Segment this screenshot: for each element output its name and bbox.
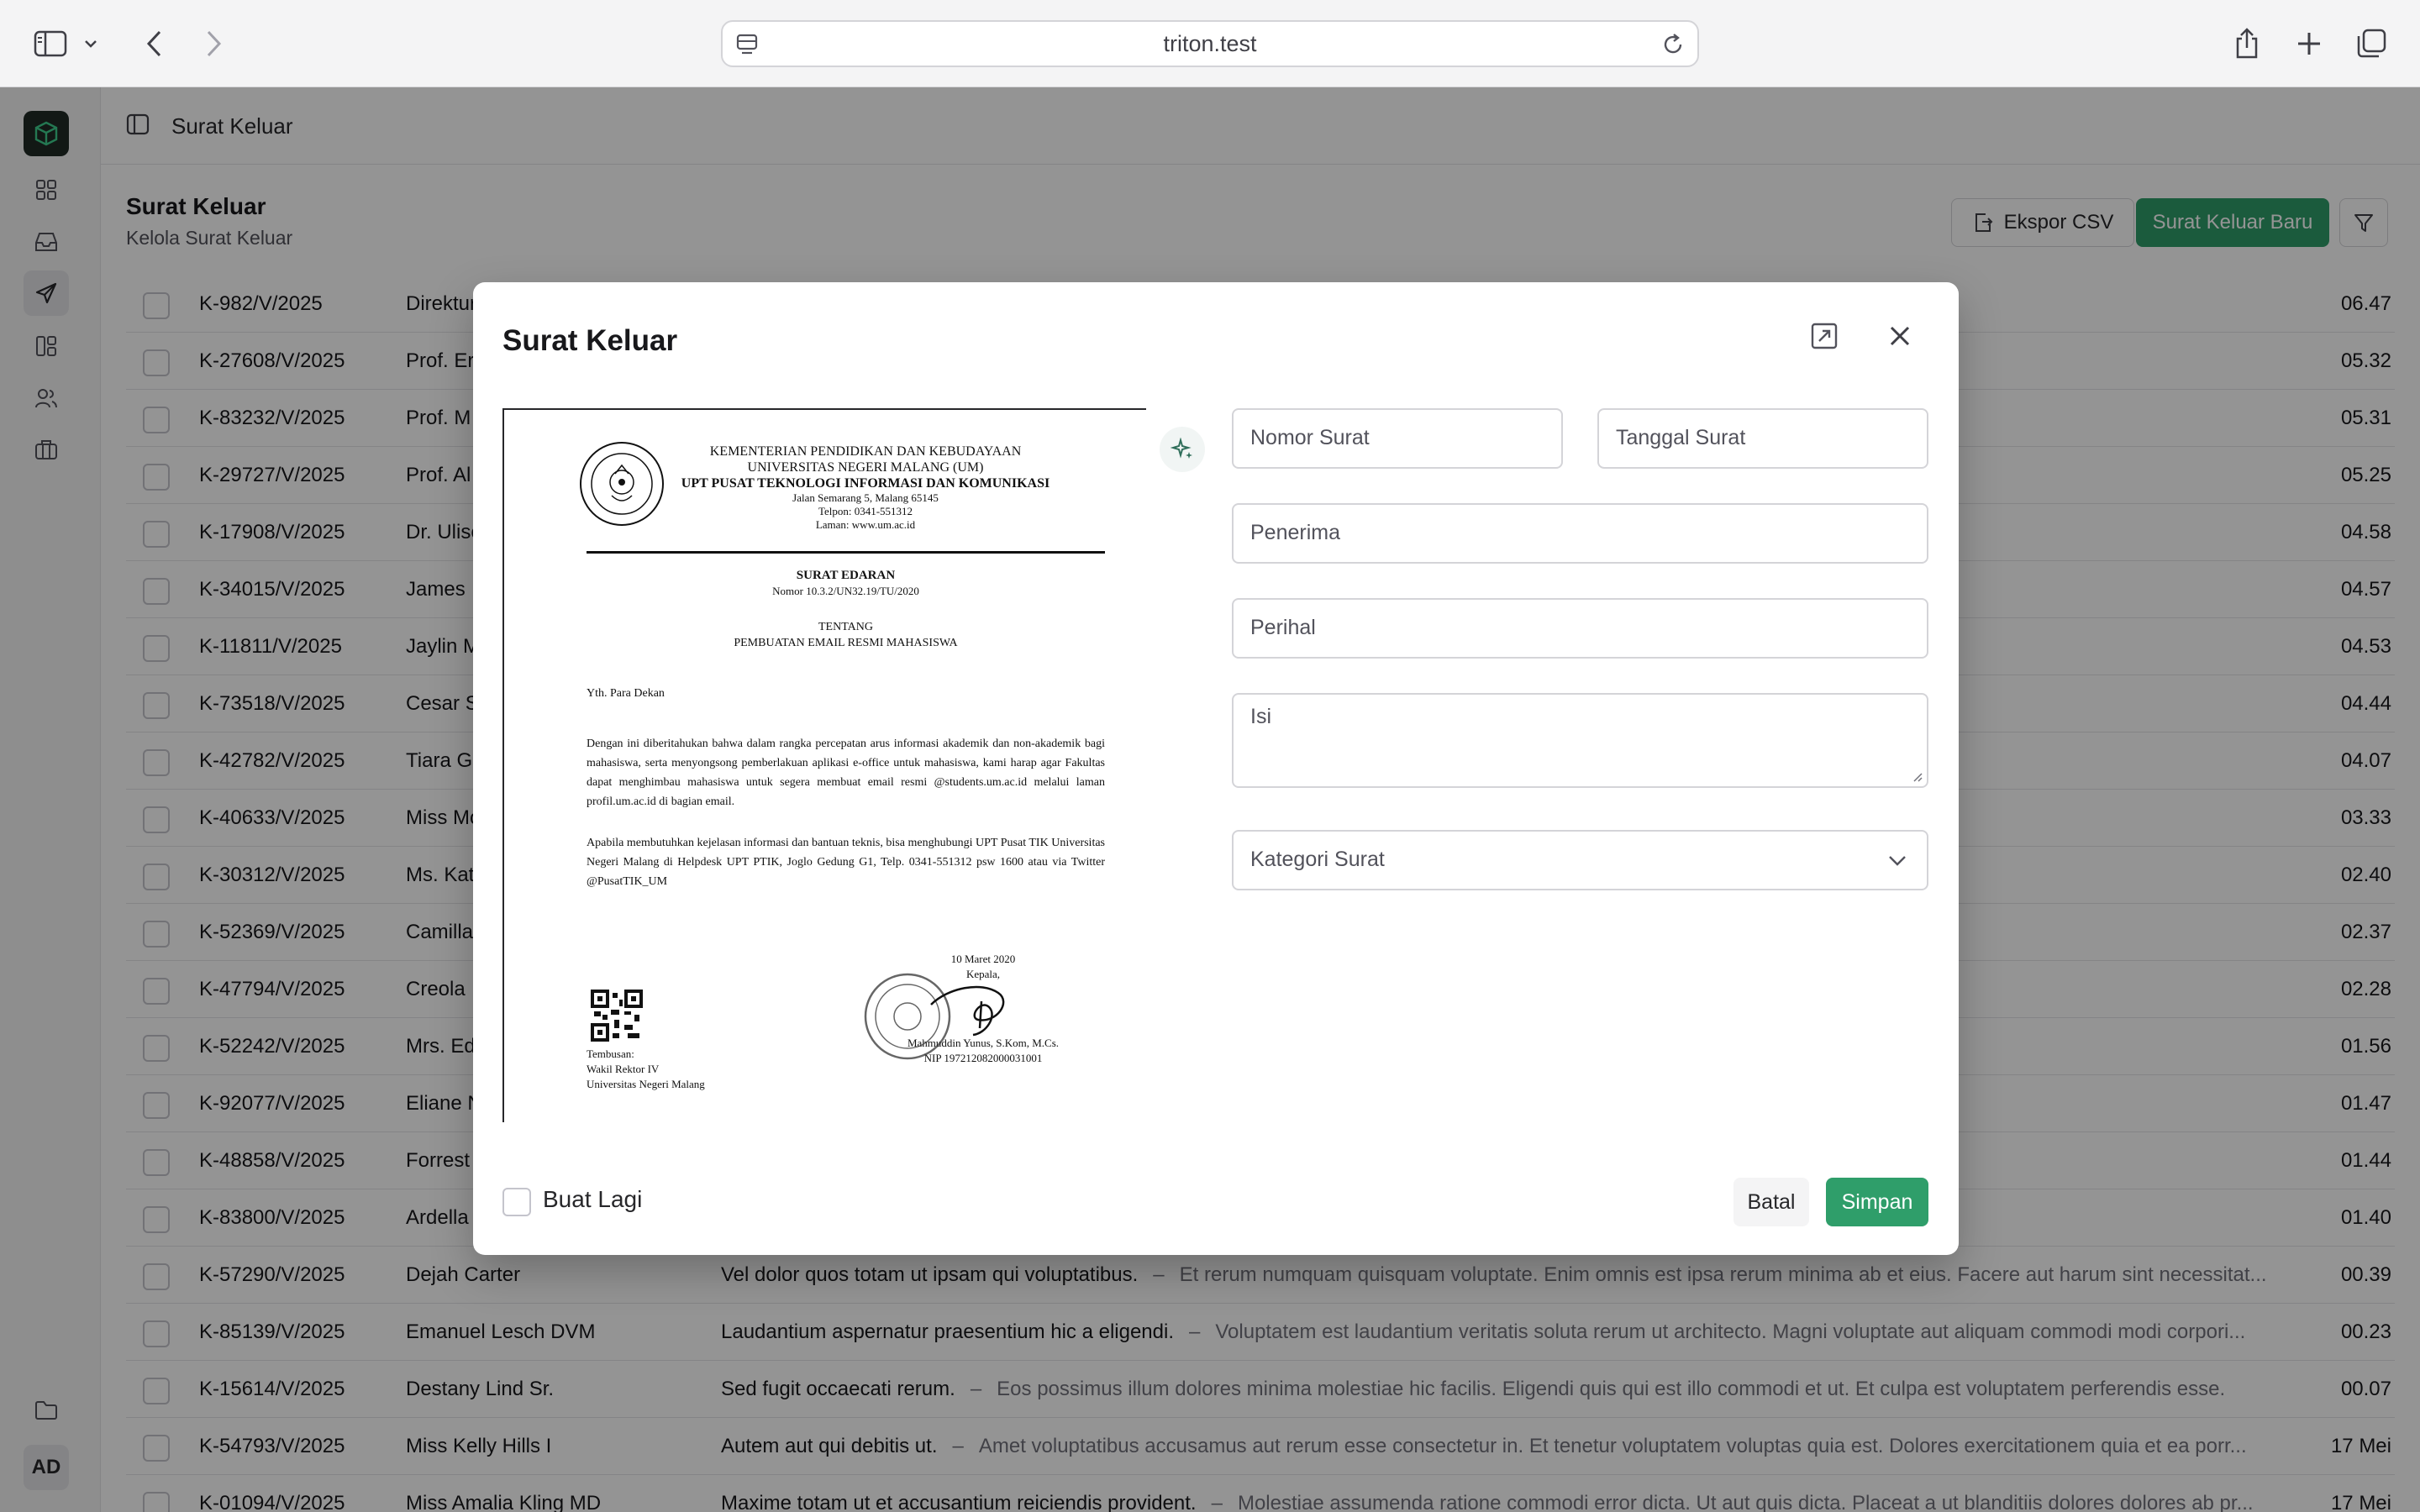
expand-icon[interactable] <box>1809 321 1839 355</box>
tanggal-surat-input[interactable]: Tanggal Surat <box>1597 408 1928 469</box>
sparkle-icon[interactable] <box>1160 427 1205 472</box>
document-preview: KEMENTERIAN PENDIDIKAN DAN KEBUDAYAAN UN… <box>502 408 1205 1122</box>
chevron-down-icon[interactable] <box>74 20 108 67</box>
cancel-button[interactable]: Batal <box>1733 1178 1809 1226</box>
letterhead-line: KEMENTERIAN PENDIDIKAN DAN KEBUDAYAAN <box>709 444 1022 459</box>
share-icon[interactable] <box>2223 20 2270 67</box>
doc-cc: Tembusan: Wakil Rektor IV Universitas Ne… <box>587 1047 705 1092</box>
letterhead-divider <box>587 551 1105 554</box>
resize-handle-icon[interactable] <box>1912 771 1923 783</box>
tabs-overview-icon[interactable] <box>2348 20 2395 67</box>
cc-line: Tembusan: <box>587 1047 634 1060</box>
perihal-placeholder: Perihal <box>1250 616 1316 639</box>
official-stamp-icon <box>864 973 1005 1060</box>
doc-type: SURAT EDARAN <box>796 569 896 582</box>
kategori-surat-value: Kategori Surat <box>1250 848 1385 871</box>
isi-textarea[interactable]: Isi <box>1232 693 1928 788</box>
chevron-down-icon <box>1889 856 1906 866</box>
modal-title: Surat Keluar <box>502 324 678 357</box>
letterhead-line: UPT PUSAT TEKNOLOGI INFORMASI DAN KOMUNI… <box>681 476 1050 491</box>
nomor-surat-input[interactable]: Nomor Surat <box>1232 408 1563 469</box>
doc-about-title: PEMBUATAN EMAIL RESMI MAHASISWA <box>734 637 958 649</box>
save-button[interactable]: Simpan <box>1826 1178 1928 1226</box>
penerima-placeholder: Penerima <box>1250 521 1340 544</box>
doc-about: TENTANG <box>818 621 873 633</box>
letterhead-line: Telpon: 0341-551312 <box>818 505 913 517</box>
browser-toolbar: triton.test <box>0 0 2420 87</box>
letterhead-line: Jalan Semarang 5, Malang 65145 <box>792 491 939 504</box>
forward-icon[interactable] <box>190 20 237 67</box>
cc-line: Universitas Negeri Malang <box>587 1078 705 1090</box>
letterhead-line: UNIVERSITAS NEGERI MALANG (UM) <box>747 460 984 475</box>
nomor-surat-placeholder: Nomor Surat <box>1250 426 1370 449</box>
university-seal-icon <box>580 442 664 526</box>
doc-number: Nomor 10.3.2/UN32.19/TU/2020 <box>772 585 919 597</box>
url-text: triton.test <box>1163 31 1257 56</box>
tanggal-surat-placeholder: Tanggal Surat <box>1616 426 1746 449</box>
sidebar-toggle-icon[interactable] <box>27 20 74 67</box>
isi-placeholder: Isi <box>1250 705 1271 728</box>
create-again-checkbox[interactable] <box>502 1188 531 1216</box>
close-icon[interactable] <box>1885 321 1915 355</box>
back-icon[interactable] <box>131 20 178 67</box>
penerima-input[interactable]: Penerima <box>1232 503 1928 564</box>
qr-code-icon <box>591 990 643 1042</box>
kategori-surat-select[interactable]: Kategori Surat <box>1232 830 1928 890</box>
letterhead-line: Laman: www.um.ac.id <box>815 518 916 531</box>
reload-icon[interactable] <box>1660 32 1686 61</box>
doc-paragraph-2: Apabila membutuhkan kejelasan informasi … <box>587 837 1105 888</box>
doc-greeting: Yth. Para Dekan <box>587 687 665 700</box>
new-tab-icon[interactable] <box>2286 20 2333 67</box>
address-bar[interactable]: triton.test <box>721 20 1699 67</box>
letter-modal: Surat Keluar KEMENTERIAN PENDIDIKAN DAN … <box>473 282 1959 1255</box>
perihal-input[interactable]: Perihal <box>1232 598 1928 659</box>
create-again-label[interactable]: Buat Lagi <box>543 1186 642 1213</box>
letterhead: KEMENTERIAN PENDIDIKAN DAN KEBUDAYAAN UN… <box>655 444 1076 532</box>
cc-line: Wakil Rektor IV <box>587 1063 660 1075</box>
doc-paragraph-1: Dengan ini diberitahukan bahwa dalam ran… <box>587 738 1105 808</box>
